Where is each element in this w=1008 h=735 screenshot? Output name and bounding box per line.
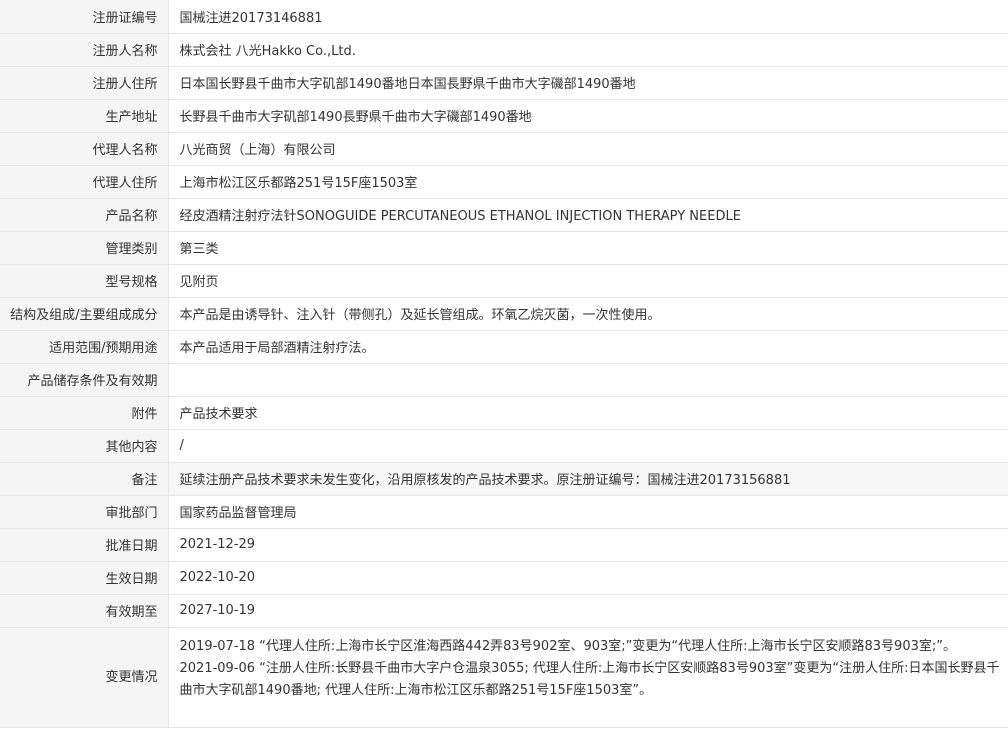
field-value bbox=[168, 363, 1008, 397]
field-value: 2021-12-29 bbox=[168, 528, 1008, 562]
field-value: 日本国长野县千曲市大字矶部1490番地日本国長野県千曲市大字磯部1490番地 bbox=[168, 66, 1008, 100]
row-intended-use: 适用范围/预期用途 本产品适用于局部酒精注射疗法。 bbox=[0, 330, 1008, 364]
field-label: 批准日期 bbox=[0, 528, 169, 562]
field-label: 产品名称 bbox=[0, 198, 169, 232]
field-value: 国家药品监督管理局 bbox=[168, 495, 1008, 529]
registration-info-table: 注册证编号 国械注进20173146881 注册人名称 株式会社 八光Hakko… bbox=[0, 0, 1008, 728]
field-label: 代理人名称 bbox=[0, 132, 169, 166]
row-product-name: 产品名称 经皮酒精注射疗法针SONOGUIDE PERCUTANEOUS ETH… bbox=[0, 198, 1008, 232]
row-management-category: 管理类别 第三类 bbox=[0, 231, 1008, 265]
field-value: 2027-10-19 bbox=[168, 594, 1008, 628]
field-label: 变更情况 bbox=[0, 627, 169, 728]
field-value: 经皮酒精注射疗法针SONOGUIDE PERCUTANEOUS ETHANOL … bbox=[168, 198, 1008, 232]
field-label: 代理人住所 bbox=[0, 165, 169, 199]
field-label: 备注 bbox=[0, 462, 169, 496]
row-registration-number: 注册证编号 国械注进20173146881 bbox=[0, 0, 1008, 34]
field-label: 注册人住所 bbox=[0, 66, 169, 100]
row-approval-department: 审批部门 国家药品监督管理局 bbox=[0, 495, 1008, 529]
change-history-item: 2019-07-18 “代理人住所:上海市长宁区淮海西路442弄83号902室、… bbox=[179, 638, 956, 654]
field-value: 长野县千曲市大字矶部1490長野県千曲市大字磯部1490番地 bbox=[168, 99, 1008, 133]
field-label: 管理类别 bbox=[0, 231, 169, 265]
row-effective-date: 生效日期 2022-10-20 bbox=[0, 561, 1008, 595]
row-registrant-name: 注册人名称 株式会社 八光Hakko Co.,Ltd. bbox=[0, 33, 1008, 67]
field-label: 结构及组成/主要组成成分 bbox=[0, 297, 169, 331]
row-approval-date: 批准日期 2021-12-29 bbox=[0, 528, 1008, 562]
field-label: 适用范围/预期用途 bbox=[0, 330, 169, 364]
field-value: 延续注册产品技术要求未发生变化，沿用原核发的产品技术要求。原注册证编号：国械注进… bbox=[168, 462, 1008, 496]
field-value: 第三类 bbox=[168, 231, 1008, 265]
row-model-spec: 型号规格 见附页 bbox=[0, 264, 1008, 298]
field-value: 八光商贸（上海）有限公司 bbox=[168, 132, 1008, 166]
change-history-list: 2019-07-18 “代理人住所:上海市长宁区淮海西路442弄83号902室、… bbox=[168, 627, 1008, 728]
field-label: 注册证编号 bbox=[0, 0, 169, 34]
change-history-item: 2021-09-06 “注册人住所:长野县千曲市大字户仓温泉3055; 代理人住… bbox=[179, 660, 1000, 698]
field-label: 其他内容 bbox=[0, 429, 169, 463]
field-label: 审批部门 bbox=[0, 495, 169, 529]
field-label: 生效日期 bbox=[0, 561, 169, 595]
field-label: 生产地址 bbox=[0, 99, 169, 133]
field-value: 见附页 bbox=[168, 264, 1008, 298]
field-label: 有效期至 bbox=[0, 594, 169, 628]
field-label: 附件 bbox=[0, 396, 169, 430]
row-storage-validity: 产品储存条件及有效期 bbox=[0, 363, 1008, 397]
field-value: 产品技术要求 bbox=[168, 396, 1008, 430]
row-agent-address: 代理人住所 上海市松江区乐都路251号15F座1503室 bbox=[0, 165, 1008, 199]
row-agent-name: 代理人名称 八光商贸（上海）有限公司 bbox=[0, 132, 1008, 166]
field-label: 型号规格 bbox=[0, 264, 169, 298]
row-remarks: 备注 延续注册产品技术要求未发生变化，沿用原核发的产品技术要求。原注册证编号：国… bbox=[0, 462, 1008, 496]
row-change-history: 变更情况 2019-07-18 “代理人住所:上海市长宁区淮海西路442弄83号… bbox=[0, 627, 1008, 728]
field-value: 本产品是由诱导针、注入针（带侧孔）及延长管组成。环氧乙烷灭菌，一次性使用。 bbox=[168, 297, 1008, 331]
field-value: 上海市松江区乐都路251号15F座1503室 bbox=[168, 165, 1008, 199]
row-attachment: 附件 产品技术要求 bbox=[0, 396, 1008, 430]
row-structure-composition: 结构及组成/主要组成成分 本产品是由诱导针、注入针（带侧孔）及延长管组成。环氧乙… bbox=[0, 297, 1008, 331]
row-registrant-address: 注册人住所 日本国长野县千曲市大字矶部1490番地日本国長野県千曲市大字磯部14… bbox=[0, 66, 1008, 100]
field-label: 注册人名称 bbox=[0, 33, 169, 67]
row-valid-until: 有效期至 2027-10-19 bbox=[0, 594, 1008, 628]
field-value: 株式会社 八光Hakko Co.,Ltd. bbox=[168, 33, 1008, 67]
field-value: 本产品适用于局部酒精注射疗法。 bbox=[168, 330, 1008, 364]
field-value: / bbox=[168, 429, 1008, 463]
field-value: 国械注进20173146881 bbox=[168, 0, 1008, 34]
field-label: 产品储存条件及有效期 bbox=[0, 363, 169, 397]
row-production-address: 生产地址 长野县千曲市大字矶部1490長野県千曲市大字磯部1490番地 bbox=[0, 99, 1008, 133]
row-other-content: 其他内容 / bbox=[0, 429, 1008, 463]
field-value: 2022-10-20 bbox=[168, 561, 1008, 595]
